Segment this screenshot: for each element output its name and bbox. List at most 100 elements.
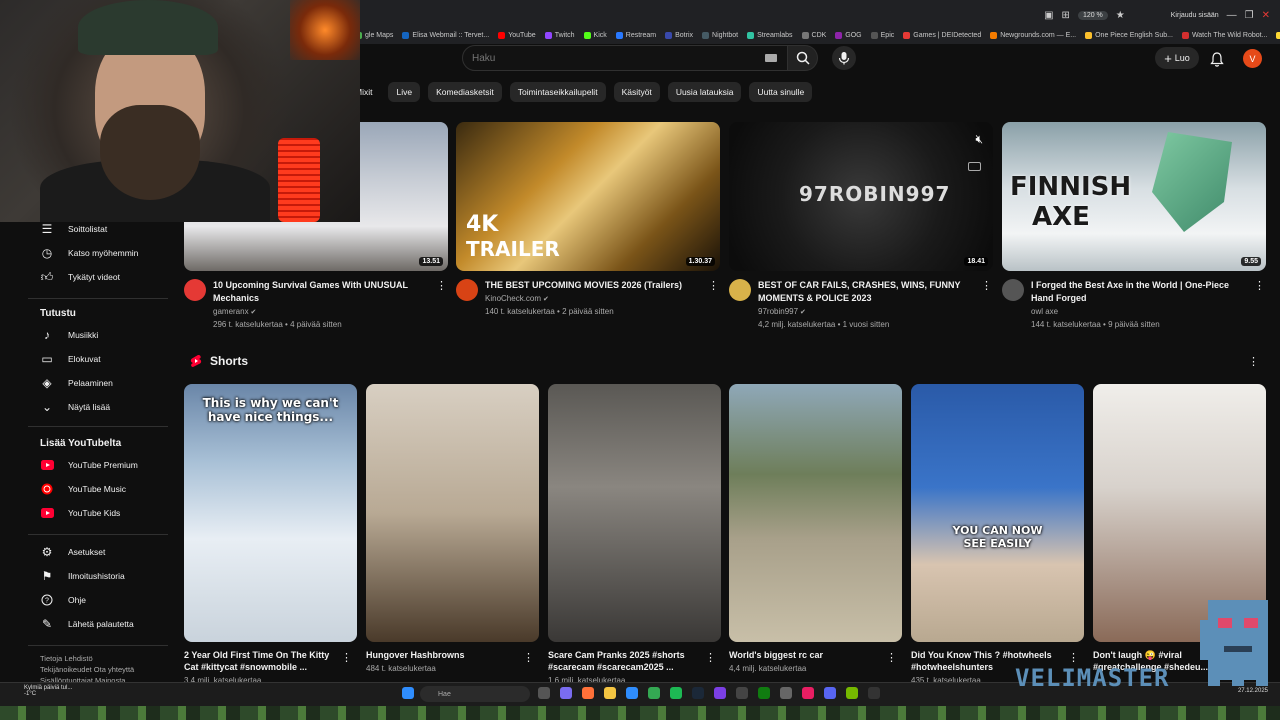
channel-name[interactable]: gameranx ✔ <box>213 307 256 316</box>
sidebar-item-youtube-kids[interactable]: YouTube Kids <box>40 506 120 520</box>
chip-käsityöt[interactable]: Käsityöt <box>613 82 660 102</box>
notifications-button[interactable] <box>1208 50 1226 68</box>
chip-live[interactable]: Live <box>388 82 421 102</box>
steam-icon[interactable] <box>692 687 704 699</box>
bookmark-item[interactable]: Botrix <box>665 31 693 39</box>
taskbar-search[interactable]: Hae <box>420 686 530 702</box>
sidebar-item-näytä-lisää[interactable]: ⌄ Näytä lisää <box>40 400 110 414</box>
video-title[interactable]: THE BEST UPCOMING MOVIES 2026 (Trailers) <box>485 279 705 292</box>
video-title[interactable]: 10 Upcoming Survival Games With UNUSUAL … <box>213 279 433 305</box>
widgets-icon[interactable] <box>560 687 572 699</box>
short-title[interactable]: World's biggest rc car <box>729 649 884 661</box>
grid-icon[interactable]: ⊞ <box>1062 10 1070 21</box>
short-menu-button[interactable]: ⋮ <box>886 651 897 665</box>
sidebar-item-ohje[interactable]: ? Ohje <box>40 593 86 607</box>
channel-avatar[interactable] <box>456 279 478 301</box>
bookmark-item[interactable]: Nightbot <box>702 31 738 39</box>
sidebar-item-elokuvat[interactable]: ▭ Elokuvat <box>40 352 100 366</box>
channel-avatar[interactable] <box>729 279 751 301</box>
video-menu-button[interactable]: ⋮ <box>981 279 992 293</box>
bookmark-item[interactable]: gle Maps <box>355 31 393 39</box>
create-button[interactable]: + Luo <box>1155 47 1199 69</box>
spotify-icon[interactable] <box>670 687 682 699</box>
firefox-icon[interactable] <box>582 687 594 699</box>
video-menu-button[interactable]: ⋮ <box>708 279 719 293</box>
video-thumbnail[interactable]: 97ROBIN997 🔇︎ 18.41 <box>729 122 993 271</box>
sidebar-item-ilmoitushistoria[interactable]: ⚑ Ilmoitushistoria <box>40 569 125 583</box>
xbox-icon[interactable] <box>758 687 770 699</box>
obs-icon[interactable] <box>714 687 726 699</box>
video-thumbnail[interactable]: FINNISH AXE 9.55 <box>1002 122 1266 271</box>
short-menu-button[interactable]: ⋮ <box>705 651 716 665</box>
bookmark-item[interactable]: Aikuisten sosiaalipalve... <box>1276 31 1280 39</box>
short-title[interactable]: 2 Year Old First Time On The Kitty Cat #… <box>184 649 339 673</box>
avatar[interactable]: V <box>1243 49 1262 68</box>
short-title[interactable]: Scare Cam Pranks 2025 #shorts #scarecam … <box>548 649 703 673</box>
bookmark-item[interactable]: CDK <box>801 31 826 39</box>
video-thumbnail[interactable]: 4K TRAILER 1.30.37 <box>456 122 720 271</box>
chip-uutta-sinulle[interactable]: Uutta sinulle <box>749 82 813 102</box>
taskbar-weather[interactable]: Kylmiä päiviä tul... -1°C <box>24 685 72 697</box>
bookmark-item[interactable]: Elisa Webmail :: Tervet... <box>402 31 489 39</box>
close-window-icon[interactable]: ✕ <box>1262 10 1270 21</box>
bookmark-item[interactable]: Streamlabs <box>747 31 793 39</box>
calculator-icon[interactable] <box>736 687 748 699</box>
file-explorer-icon[interactable] <box>604 687 616 699</box>
sidebar-item-asetukset[interactable]: ⚙ Asetukset <box>40 545 106 559</box>
music-app-icon[interactable] <box>802 687 814 699</box>
bookmark-item[interactable]: Twitch <box>544 31 575 39</box>
bookmark-item[interactable]: YouTube <box>498 31 536 39</box>
video-menu-button[interactable]: ⋮ <box>436 279 447 293</box>
channel-avatar[interactable] <box>1002 279 1024 301</box>
sidebar-item-katso-myöhemmin[interactable]: ◷ Katso myöhemmin <box>40 246 139 260</box>
short-thumbnail[interactable] <box>729 384 902 642</box>
sidebar-item-youtube-premium[interactable]: YouTube Premium <box>40 458 138 472</box>
bookmark-item[interactable]: One Piece English Sub... <box>1085 31 1173 39</box>
channel-name[interactable]: KinoCheck.com ✔ <box>485 294 549 303</box>
zoom-indicator[interactable]: 120 % <box>1077 11 1108 20</box>
sidebar-item-youtube-music[interactable]: YouTube Music <box>40 482 126 496</box>
short-menu-button[interactable]: ⋮ <box>1068 651 1079 665</box>
video-title[interactable]: I Forged the Best Axe in the World | One… <box>1031 279 1251 305</box>
short-thumbnail[interactable]: This is why we can't have nice things... <box>184 384 357 642</box>
chrome-icon[interactable] <box>648 687 660 699</box>
search-input[interactable] <box>472 51 752 65</box>
bookmark-item[interactable]: Restream <box>615 31 656 39</box>
task-view-icon[interactable] <box>538 687 550 699</box>
video-title[interactable]: BEST OF CAR FAILS, CRASHES, WINS, FUNNY … <box>758 279 978 305</box>
sidebar-item-pelaaminen[interactable]: ◈ Pelaaminen <box>40 376 113 390</box>
sidebar-item-soittolistat[interactable]: ☰ Soittolistat <box>40 222 108 236</box>
nvidia-icon[interactable] <box>846 687 858 699</box>
store-icon[interactable] <box>626 687 638 699</box>
keyboard-icon[interactable] <box>765 54 777 62</box>
short-menu-button[interactable]: ⋮ <box>523 651 534 665</box>
voice-search-button[interactable] <box>832 46 856 70</box>
mute-icon[interactable]: 🔇︎ <box>975 132 983 147</box>
star-icon[interactable]: ★ <box>1116 10 1125 21</box>
chip-toimintaseikkailupelit[interactable]: Toimintaseikkailupelit <box>509 82 606 102</box>
short-thumbnail[interactable] <box>548 384 721 642</box>
channel-name[interactable]: 97robin997 ✔ <box>758 307 806 316</box>
extension-icon[interactable]: ▣ <box>1044 10 1053 21</box>
short-thumbnail[interactable] <box>366 384 539 642</box>
bookmark-item[interactable]: Newgrounds.com — E... <box>990 31 1076 39</box>
chip-uusia-latauksia[interactable]: Uusia latauksia <box>667 82 742 102</box>
bookmark-item[interactable]: Epic <box>870 31 894 39</box>
sidebar-footer-links[interactable]: Tekijänoikeudet Ota yhteyttä <box>40 665 134 674</box>
sidebar-footer-links[interactable]: Tietoja Lehdistö <box>40 654 93 663</box>
sidebar-item-tykätyt-videot[interactable]: 👍︎ Tykätyt videot <box>40 270 120 284</box>
search-button[interactable] <box>788 45 818 71</box>
terminal-icon[interactable] <box>868 687 880 699</box>
settings-icon[interactable] <box>780 687 792 699</box>
channel-name[interactable]: owl axe <box>1031 307 1058 316</box>
captions-icon[interactable] <box>968 162 981 171</box>
chip-komediasketsit[interactable]: Komediasketsit <box>428 82 502 102</box>
video-menu-button[interactable]: ⋮ <box>1254 279 1265 293</box>
bookmark-item[interactable]: Games | DEIDetected <box>903 31 981 39</box>
bookmark-item[interactable]: Kick <box>583 31 607 39</box>
bookmark-item[interactable]: Watch The Wild Robot... <box>1181 31 1267 39</box>
discord-icon[interactable] <box>824 687 836 699</box>
windows-start-icon[interactable] <box>402 687 414 699</box>
sidebar-item-musiikki[interactable]: ♪ Musiikki <box>40 328 98 342</box>
sidebar-item-lähetä-palautetta[interactable]: ✎ Lähetä palautetta <box>40 617 134 631</box>
